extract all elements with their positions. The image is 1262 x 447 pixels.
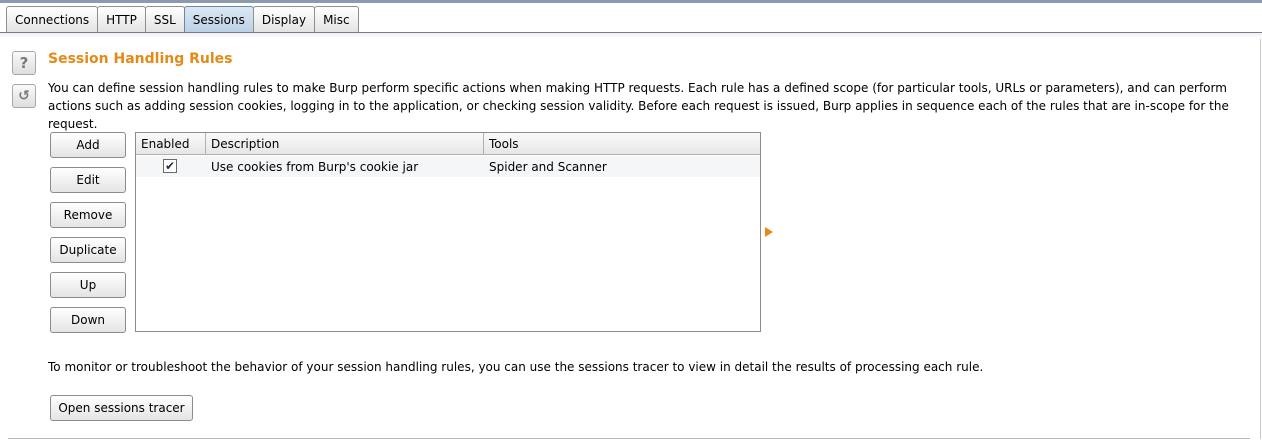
down-button[interactable]: Down xyxy=(50,307,126,333)
table-row[interactable]: ✔ Use cookies from Burp's cookie jar Spi… xyxy=(136,156,760,177)
column-header-tools[interactable]: Tools xyxy=(484,133,760,155)
expand-arrow-icon[interactable] xyxy=(765,227,773,237)
duplicate-button[interactable]: Duplicate xyxy=(50,237,126,263)
refresh-icon[interactable]: ↺ xyxy=(12,84,36,108)
rules-table: Enabled Description Tools ✔ Use cookies … xyxy=(135,132,761,332)
table-header: Enabled Description Tools xyxy=(136,133,760,155)
help-icon[interactable]: ? xyxy=(12,51,36,75)
tab-display[interactable]: Display xyxy=(252,6,316,32)
tab-misc[interactable]: Misc xyxy=(314,6,359,32)
open-sessions-tracer-button[interactable]: Open sessions tracer xyxy=(50,395,193,421)
section-title: Session Handling Rules xyxy=(48,51,233,67)
tracer-description: To monitor or troubleshoot the behavior … xyxy=(48,360,984,374)
remove-button[interactable]: Remove xyxy=(50,202,126,228)
tab-sessions[interactable]: Sessions xyxy=(183,6,254,32)
rule-tools: Spider and Scanner xyxy=(489,159,607,174)
tab-strip: Connections HTTP SSL Sessions Display Mi… xyxy=(6,6,359,32)
rule-description: Use cookies from Burp's cookie jar xyxy=(211,159,419,174)
tab-http[interactable]: HTTP xyxy=(97,6,146,32)
add-button[interactable]: Add xyxy=(50,132,126,158)
column-header-description[interactable]: Description xyxy=(206,133,484,155)
panel-shade xyxy=(0,33,1262,39)
tab-connections[interactable]: Connections xyxy=(6,6,99,32)
tab-ssl[interactable]: SSL xyxy=(144,6,185,32)
bottom-divider xyxy=(8,438,1250,439)
column-header-enabled[interactable]: Enabled xyxy=(136,133,206,155)
enabled-checkbox[interactable]: ✔ xyxy=(163,159,177,173)
panel-edge xyxy=(1260,39,1261,439)
edit-button[interactable]: Edit xyxy=(50,167,126,193)
up-button[interactable]: Up xyxy=(50,272,126,298)
section-description: You can define session handling rules to… xyxy=(48,81,1229,131)
sessions-panel: ? ↺ Session Handling Rules You can defin… xyxy=(0,33,1262,447)
